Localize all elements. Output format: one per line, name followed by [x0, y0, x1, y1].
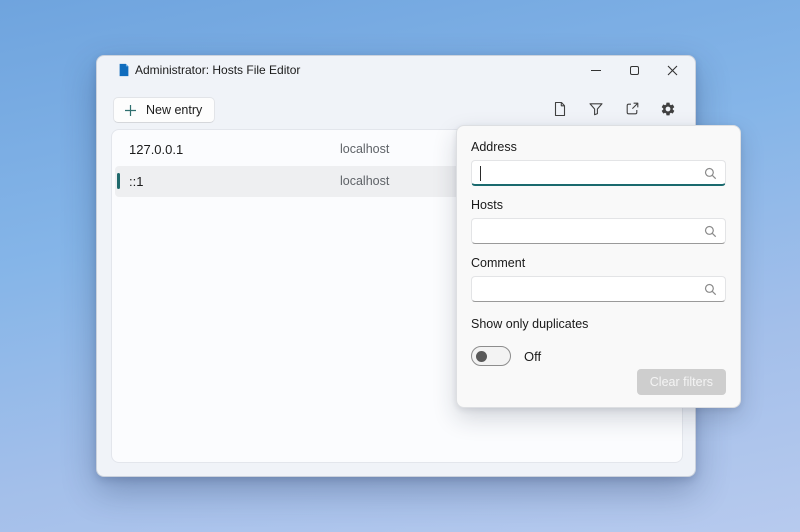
host-names: localhost: [340, 174, 389, 188]
duplicates-label: Show only duplicates: [471, 317, 726, 333]
clear-filters-button[interactable]: Clear filters: [637, 369, 726, 395]
selection-accent-bar: [117, 173, 120, 189]
address-filter-input[interactable]: [471, 160, 726, 186]
close-button[interactable]: [653, 56, 691, 84]
search-icon: [704, 283, 717, 296]
settings-icon[interactable]: [660, 101, 676, 117]
filter-flyout: Address Hosts Comment Show only duplicat…: [456, 125, 741, 408]
window-title: Administrator: Hosts File Editor: [135, 63, 300, 77]
maximize-icon: [630, 66, 639, 75]
search-icon: [704, 167, 717, 180]
host-address: ::1: [129, 174, 143, 189]
close-icon: [667, 65, 678, 76]
minimize-button[interactable]: [577, 56, 615, 84]
file-icon[interactable]: [552, 101, 568, 117]
host-names: localhost: [340, 142, 389, 156]
open-external-icon[interactable]: [624, 101, 640, 117]
toggle-state-label: Off: [524, 349, 541, 364]
hosts-filter-label: Hosts: [471, 198, 726, 214]
title-bar[interactable]: Administrator: Hosts File Editor: [97, 56, 695, 84]
new-entry-button[interactable]: New entry: [113, 97, 215, 123]
toggle-knob: [476, 351, 487, 362]
hosts-filter-input[interactable]: [471, 218, 726, 244]
app-icon: [117, 63, 131, 77]
comment-filter-label: Comment: [471, 256, 726, 272]
host-address: 127.0.0.1: [129, 142, 183, 157]
maximize-button[interactable]: [615, 56, 653, 84]
text-caret: [480, 166, 481, 181]
duplicates-toggle[interactable]: [471, 346, 511, 366]
filter-icon[interactable]: [588, 101, 604, 117]
search-icon: [704, 225, 717, 238]
plus-icon: [124, 104, 137, 117]
new-entry-label: New entry: [146, 103, 202, 117]
address-filter-label: Address: [471, 140, 726, 156]
comment-filter-input[interactable]: [471, 276, 726, 302]
minimize-icon: [591, 70, 601, 71]
